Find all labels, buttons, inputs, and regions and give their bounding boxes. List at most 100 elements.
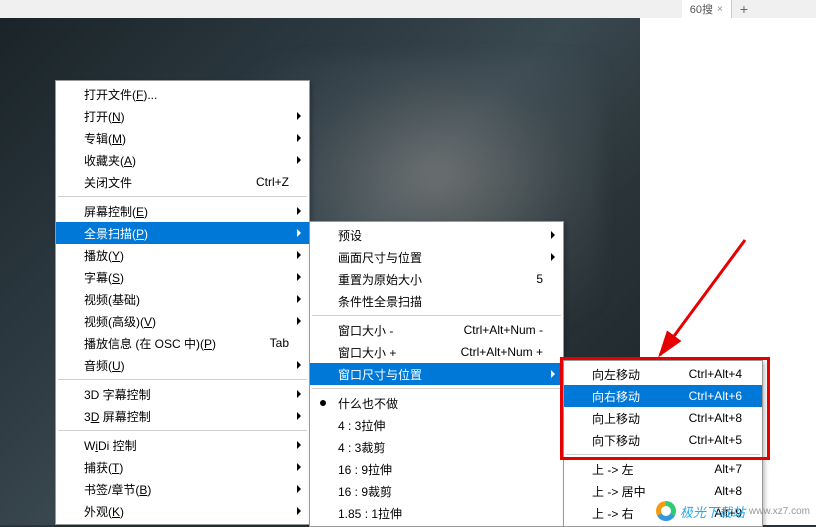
watermark-text: 极光下载站 (680, 502, 745, 521)
menu-item-shortcut: Ctrl+Alt+4 (669, 367, 742, 381)
menu-item-shortcut: Ctrl+Alt+Num - (444, 323, 543, 337)
close-icon[interactable]: × (717, 4, 723, 15)
menu-item-label: 条件性全景扫描 (338, 293, 422, 310)
browser-tab-bar: 60搜 × + (0, 0, 816, 18)
panscan-menu-item-9[interactable]: 什么也不做 (310, 392, 563, 414)
move-menu-item-3[interactable]: 向下移动 Ctrl+Alt+5 (564, 429, 762, 451)
menu-item-shortcut: Tab (250, 336, 289, 350)
main-menu-item-3[interactable]: 收藏夹(A) (56, 149, 309, 171)
move-menu-item-6[interactable]: 上 -> 居中 Alt+8 (564, 480, 762, 502)
menu-item-label: 窗口大小 + (338, 344, 396, 361)
panscan-menu-item-6[interactable]: 窗口大小 + Ctrl+Alt+Num + (310, 341, 563, 363)
menu-item-label: 播放(Y) (84, 247, 124, 264)
menu-separator (312, 388, 561, 389)
menu-item-shortcut: Ctrl+Alt+8 (669, 411, 742, 425)
menu-item-label: 4 : 3拉伸 (338, 417, 385, 434)
context-menu-main: 打开文件(F)... 打开(N) 专辑(M) 收藏夹(A) 关闭文件 Ctrl+Z 屏幕控制… (55, 80, 310, 525)
menu-item-label: 关闭文件 (84, 174, 132, 191)
menu-item-label: 屏幕控制(E) (84, 203, 148, 220)
radio-dot-icon (320, 400, 326, 406)
main-menu-item-16[interactable]: 3D 屏幕控制 (56, 405, 309, 427)
menu-item-label: 16 : 9裁剪 (338, 483, 392, 500)
menu-item-label: 收藏夹(A) (84, 152, 136, 169)
menu-separator (58, 196, 307, 197)
menu-item-label: 1.85 : 1拉伸 (338, 505, 402, 522)
menu-item-label: 上 -> 居中 (592, 483, 646, 500)
main-menu-item-20[interactable]: 书签/章节(B) (56, 478, 309, 500)
main-menu-item-13[interactable]: 音频(U) (56, 354, 309, 376)
menu-item-shortcut: 5 (516, 272, 543, 286)
menu-item-shortcut: Ctrl+Z (236, 175, 289, 189)
menu-item-shortcut: Ctrl+Alt+6 (669, 389, 742, 403)
menu-item-label: 窗口尺寸与位置 (338, 366, 422, 383)
panscan-menu-item-13[interactable]: 16 : 9裁剪 (310, 480, 563, 502)
menu-item-label: 4 : 3裁剪 (338, 439, 385, 456)
move-menu-item-1[interactable]: 向右移动 Ctrl+Alt+6 (564, 385, 762, 407)
main-menu-item-7[interactable]: 全景扫描(P) (56, 222, 309, 244)
menu-item-label: 专辑(M) (84, 130, 126, 147)
menu-item-label: 3D 屏幕控制 (84, 408, 151, 425)
panscan-menu-item-7[interactable]: 窗口尺寸与位置 (310, 363, 563, 385)
main-menu-item-2[interactable]: 专辑(M) (56, 127, 309, 149)
menu-item-label: 预设 (338, 227, 362, 244)
menu-item-shortcut: Ctrl+Alt+Num + (441, 345, 543, 359)
main-menu-item-15[interactable]: 3D 字幕控制 (56, 383, 309, 405)
move-menu-item-2[interactable]: 向上移动Ctrl+Alt+8 (564, 407, 762, 429)
menu-item-shortcut: Alt+8 (694, 484, 742, 498)
menu-item-label: 上 -> 右 (592, 505, 634, 522)
menu-item-label: 音频(U) (84, 357, 125, 374)
main-menu-item-0[interactable]: 打开文件(F)... (56, 83, 309, 105)
main-menu-item-8[interactable]: 播放(Y) (56, 244, 309, 266)
menu-item-label: 向右移动 (592, 388, 640, 405)
new-tab-button[interactable]: + (732, 1, 756, 17)
menu-item-label: 全景扫描(P) (84, 225, 148, 242)
panscan-menu-item-2[interactable]: 重置为原始大小 5 (310, 268, 563, 290)
main-menu-item-21[interactable]: 外观(K) (56, 500, 309, 522)
context-menu-panscan: 预设画面尺寸与位置重置为原始大小 5 条件性全景扫描窗口大小 - Ctrl+Alt+N… (309, 221, 564, 527)
panscan-menu-item-1[interactable]: 画面尺寸与位置 (310, 246, 563, 268)
menu-item-label: 视频(高级)(V) (84, 313, 156, 330)
menu-item-label: 什么也不做 (338, 395, 398, 412)
watermark-logo-icon (656, 501, 676, 521)
menu-item-label: 向下移动 (592, 432, 640, 449)
panscan-menu-item-10[interactable]: 4 : 3拉伸 (310, 414, 563, 436)
watermark: 极光下载站 www.xz7.com (656, 501, 810, 521)
menu-item-label: WiDi 控制 (84, 437, 137, 454)
menu-item-label: 画面尺寸与位置 (338, 249, 422, 266)
menu-item-shortcut: Ctrl+Alt+5 (669, 433, 742, 447)
panscan-menu-item-14[interactable]: 1.85 : 1拉伸 (310, 502, 563, 524)
menu-item-label: 窗口大小 - (338, 322, 393, 339)
main-menu-item-4[interactable]: 关闭文件 Ctrl+Z (56, 171, 309, 193)
move-menu-item-0[interactable]: 向左移动Ctrl+Alt+4 (564, 363, 762, 385)
menu-item-label: 播放信息 (在 OSC 中)(P) (84, 335, 216, 352)
main-menu-item-12[interactable]: 播放信息 (在 OSC 中)(P) Tab (56, 332, 309, 354)
main-menu-item-18[interactable]: WiDi 控制 (56, 434, 309, 456)
browser-tab[interactable]: 60搜 × (682, 0, 732, 18)
main-menu-item-6[interactable]: 屏幕控制(E) (56, 200, 309, 222)
main-menu-item-10[interactable]: 视频(基础) (56, 288, 309, 310)
menu-item-label: 16 : 9拉伸 (338, 461, 392, 478)
main-menu-item-11[interactable]: 视频(高级)(V) (56, 310, 309, 332)
menu-separator (58, 379, 307, 380)
menu-item-label: 外观(K) (84, 503, 124, 520)
menu-separator (312, 315, 561, 316)
panscan-menu-item-0[interactable]: 预设 (310, 224, 563, 246)
main-menu-item-9[interactable]: 字幕(S) (56, 266, 309, 288)
panscan-menu-item-5[interactable]: 窗口大小 - Ctrl+Alt+Num - (310, 319, 563, 341)
menu-item-label: 字幕(S) (84, 269, 124, 286)
main-menu-item-1[interactable]: 打开(N) (56, 105, 309, 127)
menu-item-label: 视频(基础) (84, 291, 140, 308)
panscan-menu-item-12[interactable]: 16 : 9拉伸 (310, 458, 563, 480)
menu-separator (58, 430, 307, 431)
menu-item-label: 书签/章节(B) (84, 481, 151, 498)
panscan-menu-item-3[interactable]: 条件性全景扫描 (310, 290, 563, 312)
menu-item-label: 打开(N) (84, 108, 125, 125)
menu-separator (566, 454, 760, 455)
panscan-menu-item-11[interactable]: 4 : 3裁剪 (310, 436, 563, 458)
move-menu-item-5[interactable]: 上 -> 左Alt+7 (564, 458, 762, 480)
main-menu-item-19[interactable]: 捕获(T) (56, 456, 309, 478)
menu-item-label: 捕获(T) (84, 459, 123, 476)
menu-item-label: 重置为原始大小 (338, 271, 422, 288)
tab-label: 60搜 (690, 1, 713, 17)
menu-item-label: 上 -> 左 (592, 461, 634, 478)
